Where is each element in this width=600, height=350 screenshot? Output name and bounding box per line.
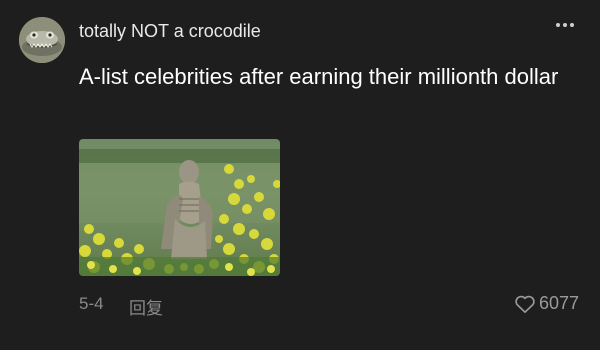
avatar[interactable]: [19, 17, 65, 63]
more-dots-icon: [556, 23, 574, 27]
reply-button[interactable]: 回复: [129, 294, 163, 319]
crocodile-avatar-image: [19, 17, 65, 63]
comment-text: A-list celebrities after earning their m…: [79, 64, 559, 89]
attached-image[interactable]: [79, 139, 280, 276]
meme-image: [79, 139, 280, 276]
like-button[interactable]: 6077: [514, 293, 579, 314]
username[interactable]: totally NOT a crocodile: [79, 21, 261, 42]
comment-card: totally NOT a crocodile A-list celebriti…: [0, 0, 600, 350]
comment-date: 5-4: [79, 294, 104, 313]
like-count: 6077: [538, 293, 579, 313]
heart-outline-icon: [515, 295, 535, 313]
more-options-button[interactable]: [552, 14, 578, 36]
